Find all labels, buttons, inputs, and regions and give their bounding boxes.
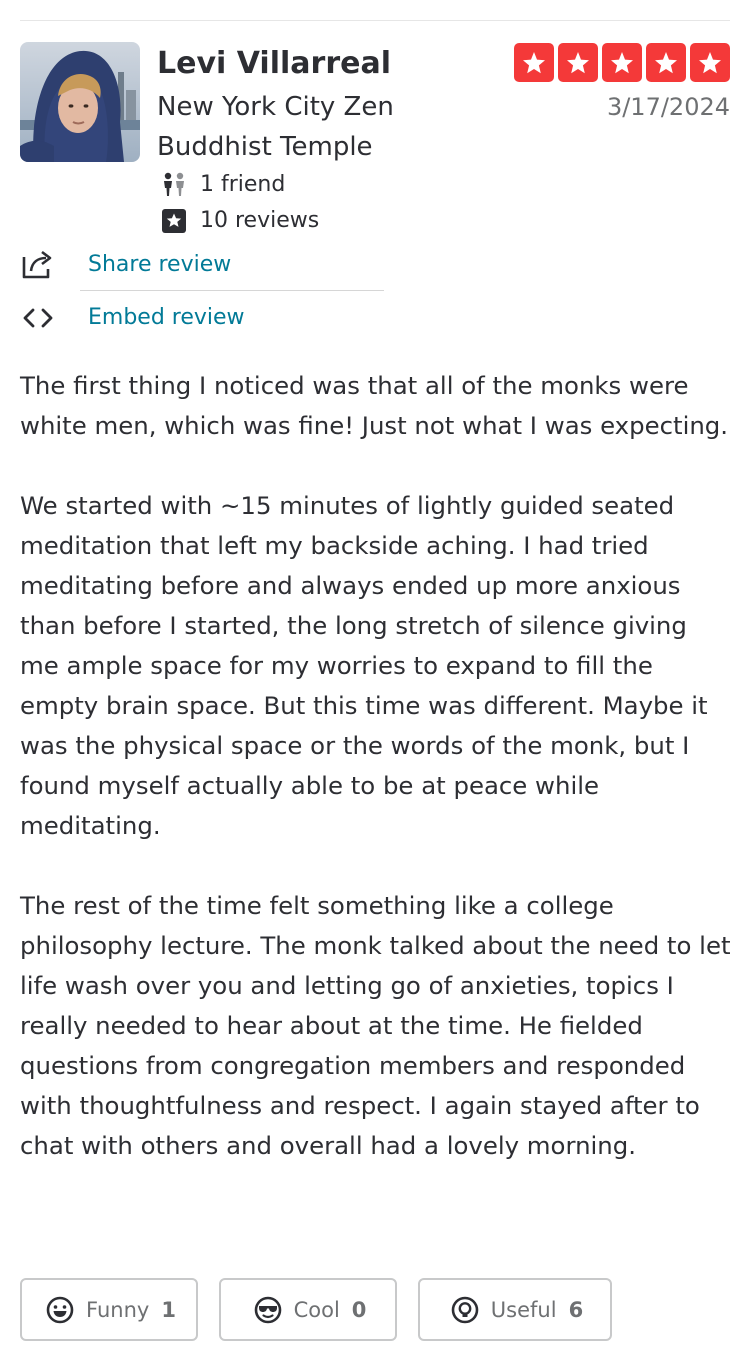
embed-review-label[interactable]: Embed review <box>88 303 245 333</box>
friends-icon <box>160 171 188 199</box>
review-date: 3/17/2024 <box>606 93 730 121</box>
embed-review-link[interactable]: Embed review <box>20 298 384 338</box>
sunglasses-face-icon <box>254 1296 282 1324</box>
cool-count: 0 <box>351 1297 367 1322</box>
top-divider <box>20 20 730 21</box>
lightbulb-icon <box>451 1296 479 1324</box>
business-name[interactable]: New York City Zen Buddhist Temple <box>157 87 457 167</box>
review-paragraph: We started with ~15 minutes of lightly g… <box>20 491 708 840</box>
funny-label: Funny <box>86 1297 150 1322</box>
reviewer-name[interactable]: Levi Villarreal <box>157 44 391 84</box>
friends-count-row: 1 friend <box>160 170 285 200</box>
review-body: The first thing I noticed was that all o… <box>20 366 732 1166</box>
reviews-count-row: 10 reviews <box>160 206 319 236</box>
action-divider <box>80 290 384 291</box>
useful-count: 6 <box>568 1297 584 1322</box>
avatar-image <box>20 42 140 162</box>
review-card: Levi Villarreal New York City Zen Buddhi… <box>0 0 750 1362</box>
useful-label: Useful <box>490 1297 557 1322</box>
star-icon <box>646 43 686 82</box>
share-review-link[interactable]: Share review <box>20 245 384 285</box>
review-paragraph: The rest of the time felt something like… <box>20 891 731 1160</box>
funny-button[interactable]: Funny 1 <box>20 1278 198 1341</box>
star-rating <box>514 43 730 82</box>
funny-count: 1 <box>161 1297 176 1322</box>
review-star-icon <box>160 207 188 235</box>
star-icon <box>602 43 642 82</box>
star-icon <box>558 43 598 82</box>
review-paragraph: The first thing I noticed was that all o… <box>20 371 729 440</box>
star-icon <box>514 43 554 82</box>
share-review-label[interactable]: Share review <box>88 250 231 280</box>
code-brackets-icon <box>20 300 56 336</box>
useful-button[interactable]: Useful 6 <box>418 1278 612 1341</box>
star-icon <box>690 43 730 82</box>
friends-count: 1 friend <box>200 172 286 197</box>
reviewer-avatar[interactable] <box>20 42 140 162</box>
share-icon <box>20 247 56 283</box>
funny-face-icon <box>46 1296 74 1324</box>
cool-label: Cool <box>293 1297 340 1322</box>
reviews-count: 10 reviews <box>200 208 320 233</box>
reaction-buttons: Funny 1 Cool 0 Useful 6 <box>20 1278 612 1341</box>
cool-button[interactable]: Cool 0 <box>219 1278 397 1341</box>
